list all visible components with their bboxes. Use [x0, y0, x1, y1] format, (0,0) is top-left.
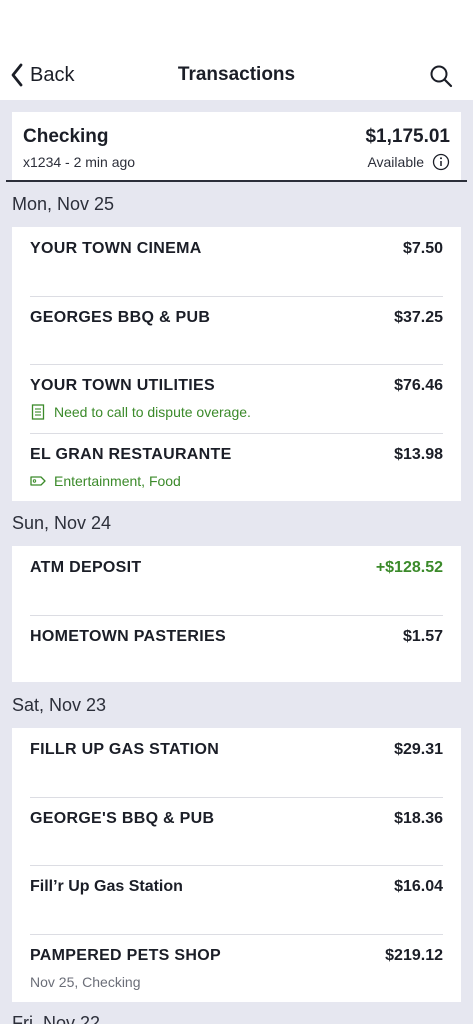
search-icon[interactable] — [429, 64, 453, 88]
merchant-name: GEORGES BBQ & PUB — [30, 308, 211, 326]
date-header: Fri, Nov 22 — [12, 1013, 101, 1024]
date-header: Sat, Nov 23 — [12, 695, 107, 715]
transaction-row[interactable]: GEORGE'S BBQ & PUB $18.36 — [12, 796, 461, 866]
tags-text: Entertainment, Food — [54, 472, 181, 489]
note-text: Need to call to dispute overage. — [54, 404, 251, 420]
date-header: Mon, Nov 25 — [12, 194, 115, 214]
account-divider — [6, 180, 467, 182]
tag-icon — [30, 475, 46, 486]
merchant-name: EL GRAN RESTAURANTE — [30, 445, 232, 463]
transaction-amount: $16.04 — [394, 878, 443, 895]
merchant-name: YOUR TOWN UTILITIES — [30, 377, 215, 394]
merchant-name: YOUR TOWN CINEMA — [30, 240, 202, 257]
transaction-row[interactable]: ATM DEPOSIT +$128.52 — [12, 546, 461, 615]
transaction-row[interactable]: YOUR TOWN UTILITIES $76.46 Need to call … — [12, 364, 461, 433]
transaction-amount: $219.12 — [385, 946, 443, 964]
transaction-row[interactable]: HOMETOWN PASTERIES $1.57 — [12, 614, 461, 684]
account-summary[interactable]: Checking x1234 - 2 min ago $1,175.01 Ava… — [12, 112, 461, 180]
merchant-name: PAMPERED PETS SHOP — [30, 946, 221, 964]
available-label: Available — [367, 154, 424, 170]
merchant-name: Fill’r Up Gas Station — [30, 878, 183, 895]
transaction-tags: Entertainment, Food — [30, 473, 181, 489]
transaction-amount: $1.57 — [402, 627, 443, 645]
page-title: Transactions — [177, 64, 296, 85]
transaction-group: ATM DEPOSIT +$128.52 HOMETOWN PASTERIES … — [12, 546, 461, 682]
transaction-group: FILLR UP GAS STATION $29.31 GEORGE'S BBQ… — [12, 728, 461, 1002]
transaction-detail: Nov 25, Checking — [30, 973, 141, 990]
transaction-row[interactable]: YOUR TOWN CINEMA $7.50 — [12, 227, 461, 296]
transaction-row[interactable]: GEORGES BBQ & PUB $37.25 — [12, 295, 461, 365]
date-header: Sun, Nov 24 — [12, 513, 112, 533]
merchant-name: ATM DEPOSIT — [30, 559, 142, 576]
available-label-row: Available — [367, 153, 450, 171]
transaction-amount: $76.46 — [394, 377, 443, 394]
transaction-row[interactable]: FILLR UP GAS STATION $29.31 — [12, 728, 461, 797]
info-icon[interactable] — [432, 153, 450, 171]
transaction-amount: +$128.52 — [375, 559, 443, 576]
account-name: Checking — [23, 126, 109, 147]
note-icon — [31, 404, 45, 420]
transaction-amount: $13.98 — [394, 445, 443, 463]
transaction-group: YOUR TOWN CINEMA $7.50 GEORGES BBQ & PUB… — [12, 227, 461, 501]
transaction-row[interactable]: EL GRAN RESTAURANTE $13.98 Entertainment… — [12, 432, 461, 502]
transaction-amount: $18.36 — [394, 809, 443, 827]
transaction-row[interactable]: Fill’r Up Gas Station $16.04 — [12, 865, 461, 934]
transaction-amount: $29.31 — [394, 741, 443, 758]
transaction-note: Need to call to dispute overage. — [30, 404, 251, 420]
transaction-amount: $37.25 — [394, 308, 443, 326]
merchant-name: HOMETOWN PASTERIES — [30, 627, 226, 645]
merchant-name: GEORGE'S BBQ & PUB — [30, 809, 215, 827]
account-balance: $1,175.01 — [365, 126, 450, 147]
transaction-amount: $7.50 — [402, 240, 443, 257]
account-subtitle: x1234 - 2 min ago — [23, 154, 136, 170]
transaction-row[interactable]: PAMPERED PETS SHOP $219.12 Nov 25, Check… — [12, 933, 461, 1003]
merchant-name: FILLR UP GAS STATION — [30, 741, 220, 758]
nav-bar: Back Transactions — [0, 0, 473, 100]
